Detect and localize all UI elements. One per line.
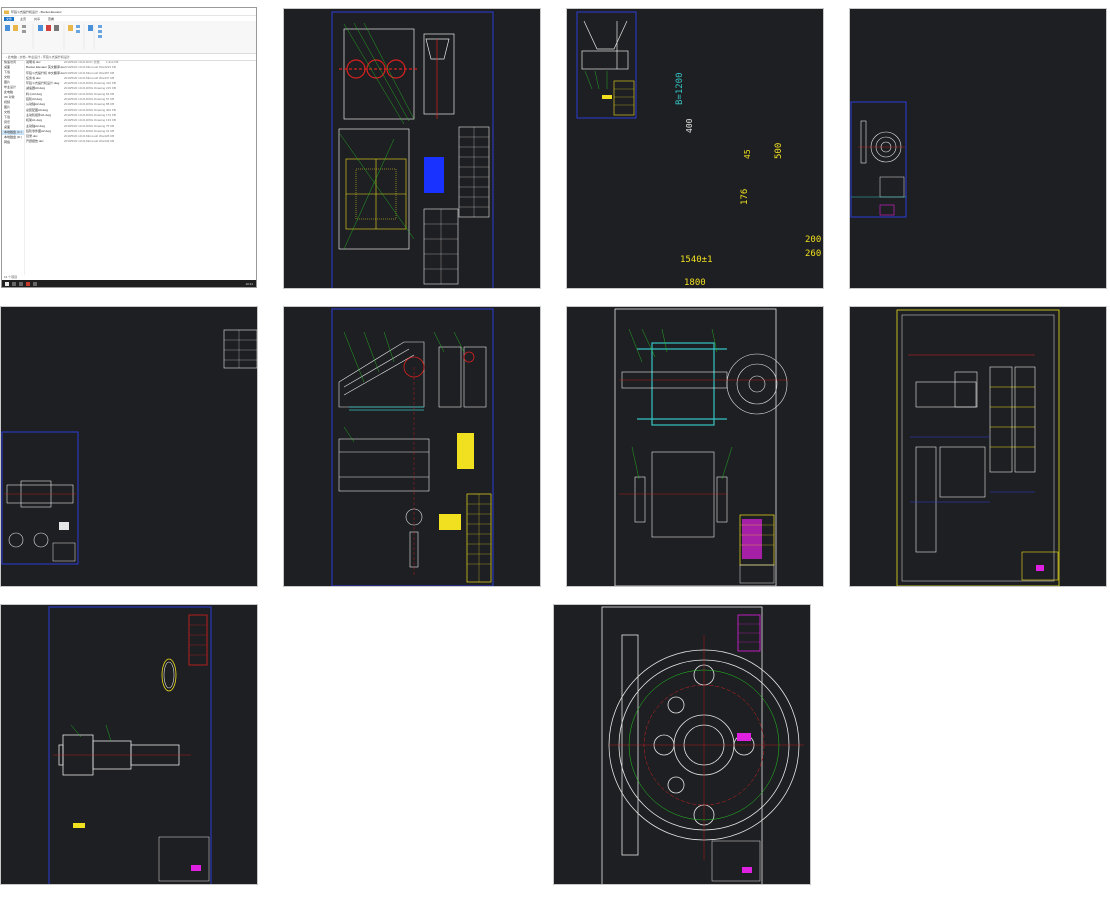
task-view-icon[interactable] (19, 281, 23, 286)
hopper-drawing (576, 11, 637, 119)
drawing-thumbnail-hopper[interactable]: B=1200 400 45 500 176 1540±1 1800 200 26… (566, 8, 824, 289)
ribbon-icons (5, 24, 102, 49)
file-name: 开题报告.doc (26, 139, 44, 144)
drawing-thumbnail-drive-wheel[interactable] (566, 306, 824, 587)
sprocket-part-drawing (601, 606, 804, 884)
drawing-thumbnail-drive-shaft[interactable] (0, 604, 258, 885)
search-icon[interactable] (12, 281, 16, 286)
dimension-label: B=1200 (675, 72, 685, 105)
navigation-pane: 快速访问 桌面 下载 文档 图片 毕业设计 此电脑 3D 对象 视频 图片 文档… (2, 60, 25, 275)
tab-view[interactable]: 查看 (46, 17, 56, 21)
drive-shaft-drawing (48, 606, 212, 884)
drawing-thumbnail-sprocket[interactable] (849, 8, 1107, 289)
drawing-thumbnail-frame[interactable] (849, 306, 1107, 587)
drawing-thumbnail-sprocket-part[interactable] (553, 604, 811, 885)
dimension-label: 400 (685, 118, 694, 133)
tab-home[interactable]: 主页 (18, 17, 28, 21)
tab-file[interactable]: 文件 (4, 16, 15, 21)
sprocket-drawing (850, 101, 907, 218)
drawing-thumbnail-general-assembly[interactable] (283, 306, 541, 587)
dimension-label: 260 (805, 249, 822, 259)
taskbar: 10:21 (2, 280, 256, 287)
dimension-label: 200 (805, 235, 822, 245)
taskbar-clock: 10:21 (245, 281, 253, 286)
file-size: 42 KB (106, 139, 115, 144)
dimension-label: 1800 (684, 278, 706, 288)
dimension-label: 1540±1 (680, 255, 713, 265)
shaft-drawing (1, 329, 257, 565)
drawing-thumbnail-reducer[interactable] (283, 8, 541, 289)
file-type: Microsoft Word (86, 139, 107, 144)
reducer-drawing (331, 11, 494, 288)
file-list: 说明书.doc 2019/5/20 10:21 DOC 文档 1,912 KB Buck… (26, 60, 256, 275)
explorer-title: 环链斗式提升机设计 - Bucket Elevator (11, 9, 62, 14)
dimension-label: 500 (774, 142, 784, 159)
ribbon-toolbar (2, 21, 256, 54)
assembly-drawing (331, 308, 494, 586)
folder-icon (4, 10, 9, 14)
dimension-label: 45 (743, 149, 752, 159)
frame-drawing (896, 309, 1060, 586)
nav-item[interactable]: 网络 (2, 140, 24, 145)
file-date: 2019/5/20 10:21 (64, 139, 86, 144)
tab-share[interactable]: 共享 (32, 17, 42, 21)
app-icon[interactable] (26, 281, 30, 286)
explorer-body: 快速访问 桌面 下载 文档 图片 毕业设计 此电脑 3D 对象 视频 图片 文档… (2, 60, 256, 275)
file-row[interactable]: 开题报告.doc 2019/5/20 10:21 Microsoft Word 42 … (26, 139, 256, 144)
file-explorer-window: 环链斗式提升机设计 - Bucket Elevator 文件 主页 共享 查看 … (1, 7, 257, 288)
start-icon[interactable] (5, 281, 9, 286)
explorer-title-bar: 环链斗式提升机设计 - Bucket Elevator (2, 8, 256, 16)
drive-wheel-drawing (614, 308, 789, 586)
dimension-label: 176 (740, 188, 750, 205)
drawing-thumbnail-shaft[interactable] (0, 306, 258, 587)
folder-icon[interactable] (33, 281, 37, 286)
